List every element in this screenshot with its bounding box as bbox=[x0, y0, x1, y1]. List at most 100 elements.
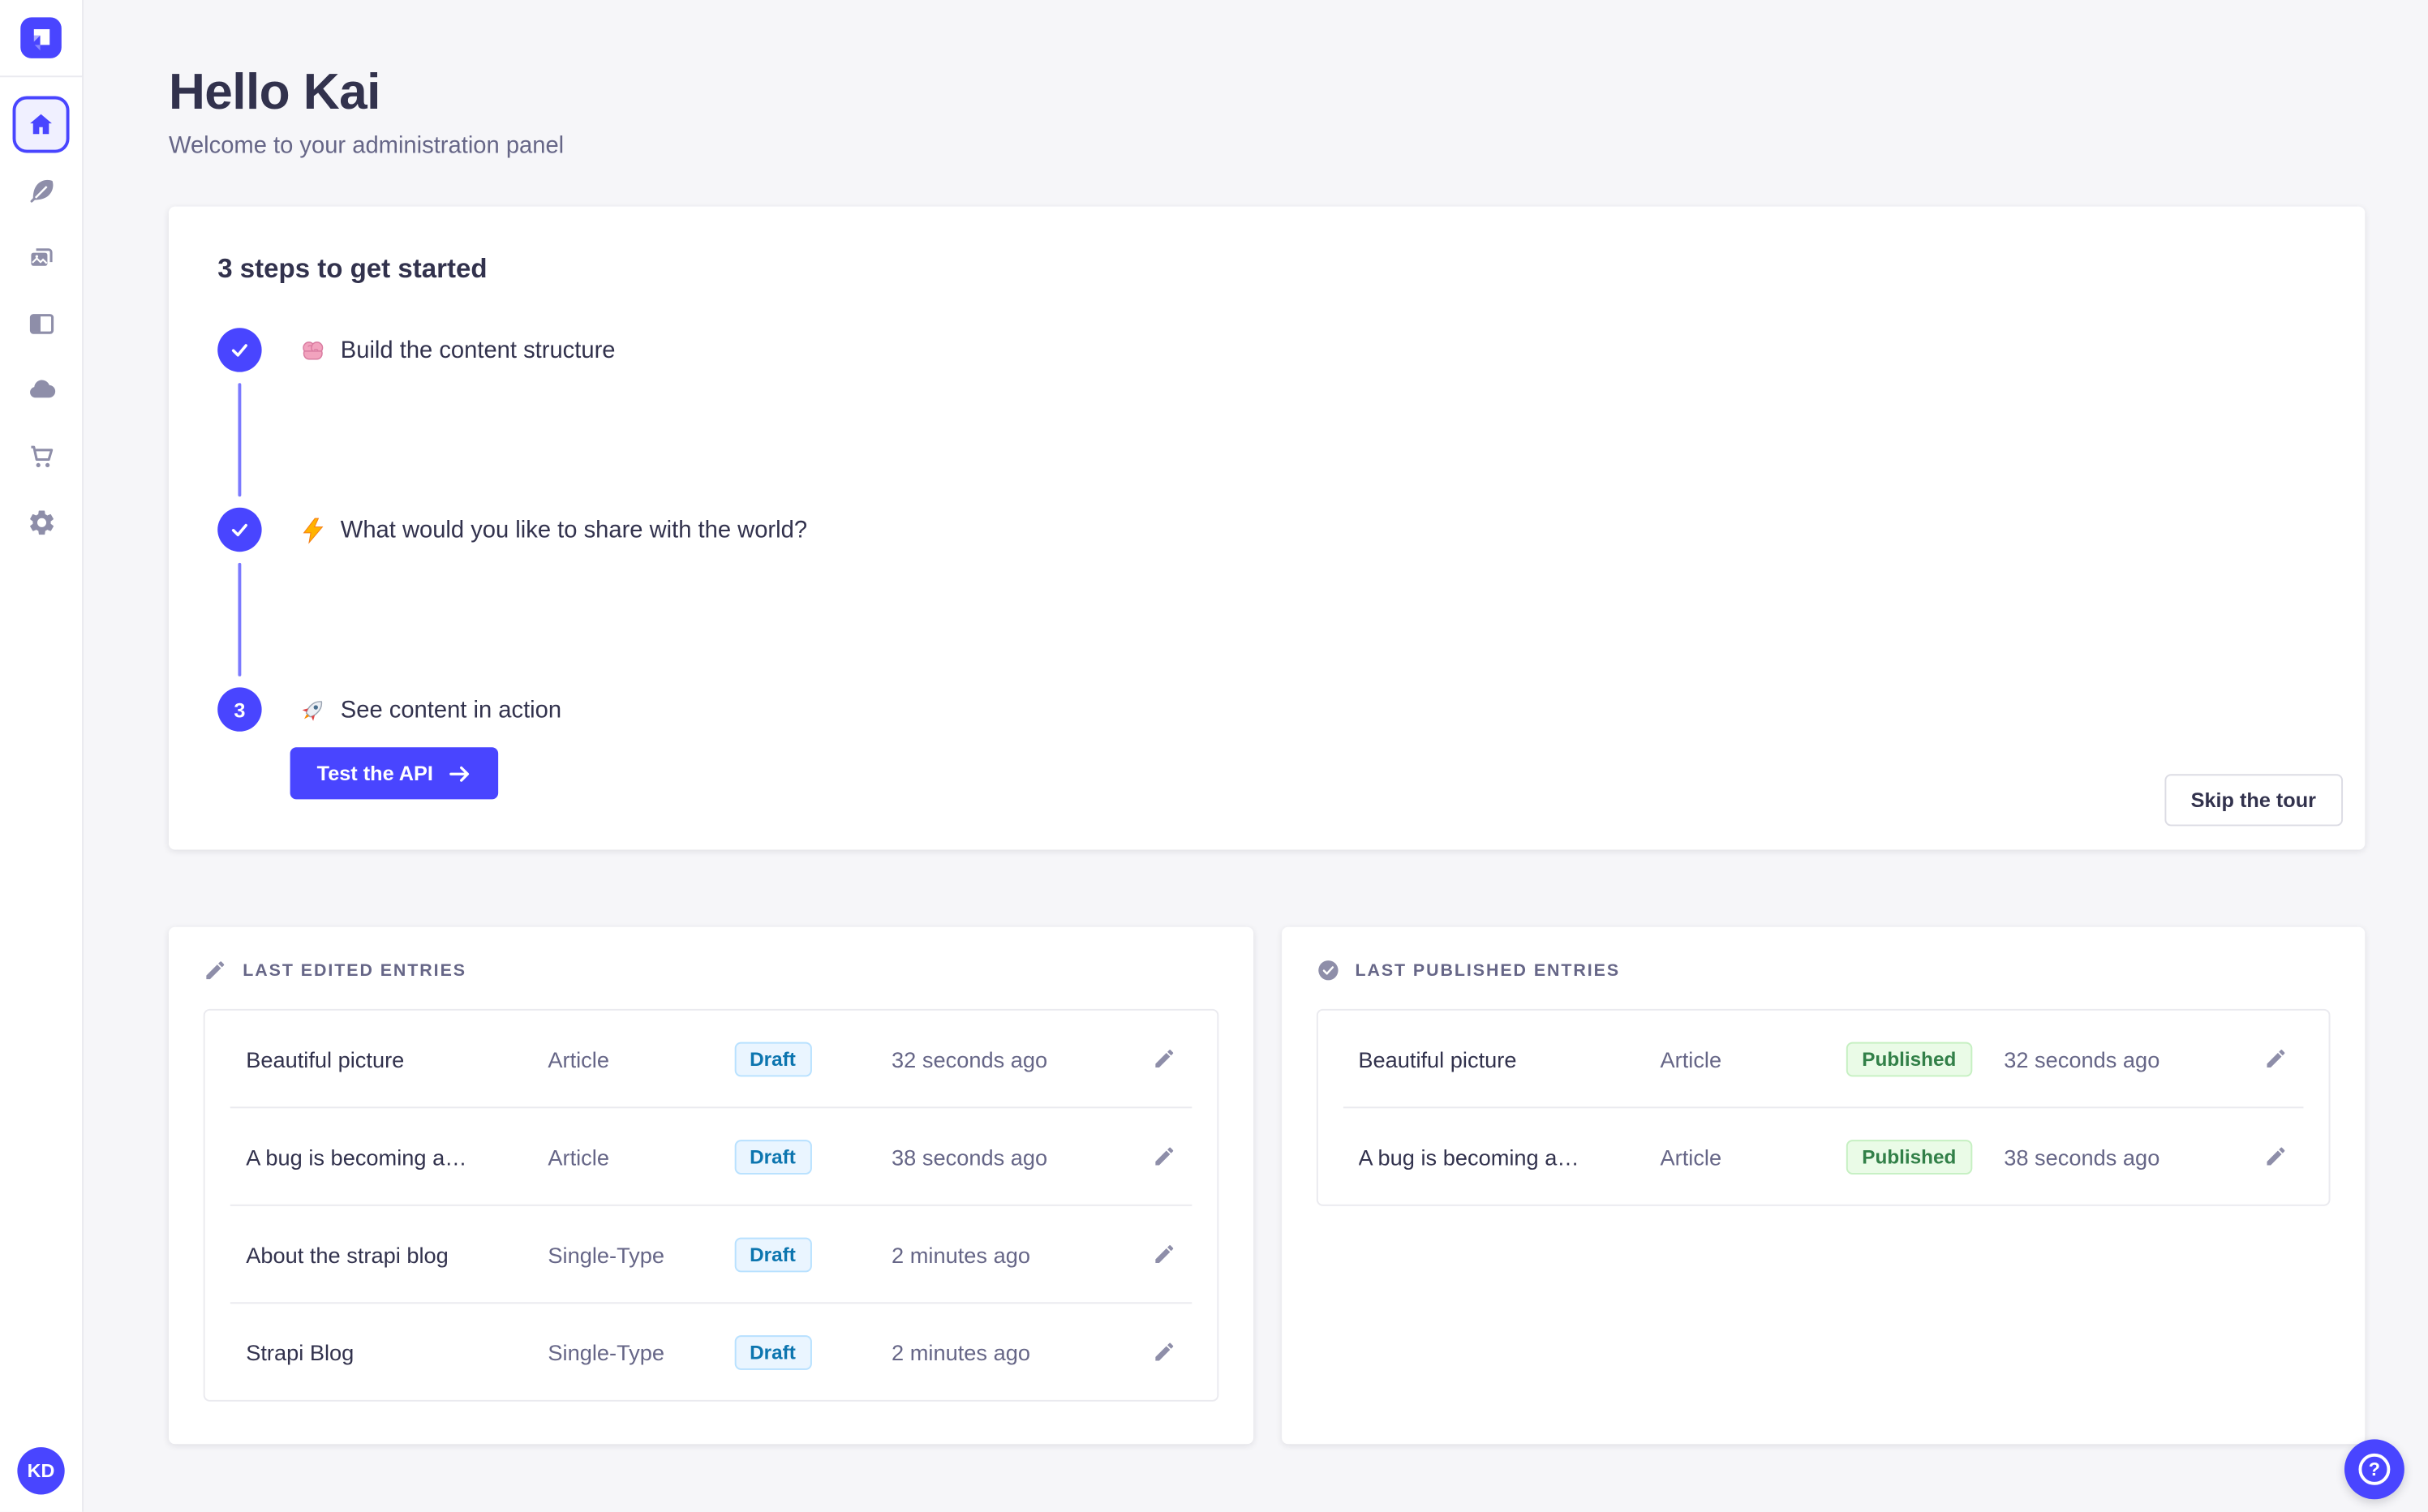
entry-title: About the strapi blog bbox=[246, 1241, 449, 1267]
entry-type: Single-Type bbox=[548, 1241, 665, 1267]
step-connector bbox=[238, 383, 242, 497]
table-row: A bug is becoming a… Article Draft 38 se… bbox=[205, 1108, 1217, 1205]
last-edited-header: LAST EDITED ENTRIES bbox=[204, 959, 1218, 982]
sidebar-item-cloud[interactable] bbox=[0, 356, 83, 423]
last-published-title: LAST PUBLISHED ENTRIES bbox=[1355, 960, 1621, 980]
cta-row: Test the API bbox=[290, 747, 2316, 800]
sidebar-item-settings[interactable] bbox=[0, 488, 83, 555]
status-badge: Draft bbox=[733, 1236, 812, 1272]
step-3: 3 See content in action bbox=[217, 687, 2316, 732]
entry-title: A bug is becoming a… bbox=[246, 1144, 467, 1170]
entry-title: Strapi Blog bbox=[246, 1339, 355, 1365]
status-badge: Draft bbox=[733, 1041, 812, 1076]
entry-type: Article bbox=[1660, 1046, 1722, 1072]
last-published-panel: LAST PUBLISHED ENTRIES Beautiful picture… bbox=[1281, 926, 2366, 1445]
step-2-completed-indicator bbox=[217, 507, 262, 552]
sidebar-item-media-library[interactable] bbox=[0, 224, 83, 290]
onboarding-title: 3 steps to get started bbox=[217, 253, 488, 284]
admin-panel: KD Hello Kai Welcome to your administrat… bbox=[0, 0, 2428, 1512]
zap-emoji bbox=[299, 516, 326, 543]
status-badge: Published bbox=[1846, 1139, 1972, 1174]
pictures-icon bbox=[26, 242, 56, 272]
check-circle-icon bbox=[1316, 959, 1339, 982]
edit-entry-button[interactable] bbox=[2264, 1046, 2288, 1070]
edit-entry-button[interactable] bbox=[2264, 1145, 2288, 1168]
cloud-icon bbox=[26, 375, 56, 405]
step-1-label: Build the content structure bbox=[340, 336, 616, 363]
feather-icon bbox=[26, 176, 56, 206]
cart-icon bbox=[26, 440, 56, 470]
last-published-table: Beautiful picture Article Published 32 s… bbox=[1315, 1008, 2331, 1206]
entry-time: 2 minutes ago bbox=[892, 1339, 1030, 1365]
table-row: About the strapi blog Single-Type Draft … bbox=[205, 1206, 1217, 1303]
check-icon bbox=[230, 341, 249, 359]
onboarding-steps: Build the content structure What would y… bbox=[217, 328, 2316, 800]
page-subtitle: Welcome to your administration panel bbox=[168, 132, 565, 160]
help-button[interactable]: ? bbox=[2344, 1439, 2404, 1500]
entry-time: 32 seconds ago bbox=[892, 1046, 1048, 1072]
last-edited-panel: LAST EDITED ENTRIES Beautiful picture Ar… bbox=[168, 926, 1253, 1445]
question-glyph: ? bbox=[2368, 1458, 2381, 1480]
entry-title: Beautiful picture bbox=[246, 1046, 405, 1072]
table-row: Beautiful picture Article Draft 32 secon… bbox=[205, 1011, 1217, 1107]
entry-title: Beautiful picture bbox=[1358, 1046, 1517, 1072]
question-mark-icon: ? bbox=[2358, 1453, 2391, 1485]
step-2-label-wrap: What would you like to share with the wo… bbox=[299, 516, 807, 543]
status-badge: Draft bbox=[733, 1139, 812, 1174]
last-edited-title: LAST EDITED ENTRIES bbox=[243, 960, 466, 980]
entries-panels: LAST EDITED ENTRIES Beautiful picture Ar… bbox=[168, 926, 2366, 1445]
skip-tour-button[interactable]: Skip the tour bbox=[2164, 774, 2344, 827]
status-badge: Published bbox=[1846, 1041, 1972, 1076]
arrow-right-icon bbox=[447, 762, 471, 784]
last-published-header: LAST PUBLISHED ENTRIES bbox=[1316, 959, 2331, 982]
step-1-completed-indicator bbox=[217, 328, 262, 372]
test-api-button-label: Test the API bbox=[316, 761, 433, 785]
page-title: Hello Kai bbox=[168, 62, 380, 120]
sidebar-item-content-type-builder[interactable] bbox=[0, 290, 83, 357]
layout-icon bbox=[26, 308, 56, 338]
edit-entry-button[interactable] bbox=[1152, 1242, 1175, 1265]
sidebar-item-content-manager[interactable] bbox=[0, 157, 83, 224]
entry-time: 38 seconds ago bbox=[2004, 1144, 2160, 1170]
edit-entry-button[interactable] bbox=[1152, 1145, 1175, 1168]
sidebar-item-home[interactable] bbox=[12, 96, 70, 153]
step-3-number: 3 bbox=[234, 698, 246, 722]
main-content: Hello Kai Welcome to your administration… bbox=[84, 0, 2428, 1512]
step-1-label-wrap: Build the content structure bbox=[299, 337, 615, 363]
pencil-icon bbox=[204, 959, 227, 982]
edit-entry-button[interactable] bbox=[1152, 1046, 1175, 1070]
step-3-label: See content in action bbox=[340, 696, 562, 724]
last-edited-table: Beautiful picture Article Draft 32 secon… bbox=[203, 1008, 1218, 1402]
step-1: Build the content structure bbox=[217, 328, 2316, 372]
test-api-button[interactable]: Test the API bbox=[290, 747, 498, 800]
entry-type: Single-Type bbox=[548, 1339, 665, 1365]
rocket-emoji bbox=[299, 696, 326, 723]
strapi-logo[interactable] bbox=[20, 17, 62, 58]
sidebar-item-marketplace[interactable] bbox=[0, 423, 83, 489]
step-2: What would you like to share with the wo… bbox=[217, 507, 2316, 552]
step-connector bbox=[238, 562, 242, 677]
entry-time: 38 seconds ago bbox=[892, 1144, 1048, 1170]
entry-type: Article bbox=[1660, 1144, 1722, 1170]
status-badge: Draft bbox=[733, 1334, 812, 1369]
check-icon bbox=[230, 520, 249, 539]
onboarding-card: 3 steps to get started Build the content… bbox=[168, 206, 2366, 850]
step-2-label: What would you like to share with the wo… bbox=[340, 516, 808, 543]
table-row: Beautiful picture Article Published 32 s… bbox=[1317, 1011, 2329, 1107]
table-row: Strapi Blog Single-Type Draft 2 minutes … bbox=[205, 1304, 1217, 1400]
sidebar-divider bbox=[0, 75, 84, 78]
sidebar-nav bbox=[0, 157, 83, 555]
sidebar: KD bbox=[0, 0, 84, 1512]
entry-type: Article bbox=[548, 1046, 609, 1072]
entry-type: Article bbox=[548, 1144, 609, 1170]
entry-time: 32 seconds ago bbox=[2004, 1046, 2160, 1072]
brain-emoji bbox=[299, 337, 326, 363]
table-row: A bug is becoming a… Article Published 3… bbox=[1317, 1108, 2329, 1205]
strapi-logo-icon bbox=[20, 17, 62, 58]
entry-title: A bug is becoming a… bbox=[1358, 1144, 1579, 1170]
step-3-label-wrap: See content in action bbox=[299, 696, 561, 723]
user-avatar[interactable]: KD bbox=[17, 1447, 65, 1495]
gear-icon bbox=[26, 507, 56, 537]
edit-entry-button[interactable] bbox=[1152, 1340, 1175, 1364]
step-3-number-indicator: 3 bbox=[217, 687, 262, 732]
